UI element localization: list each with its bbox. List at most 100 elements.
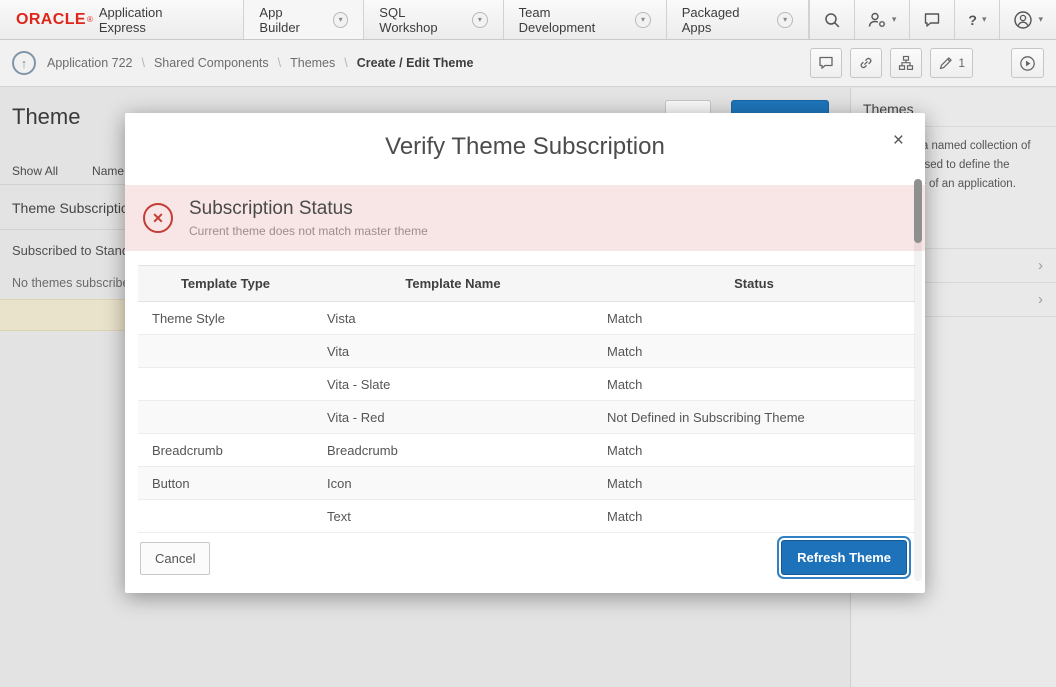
top-nav: ORACLE ® Application Express App Builder… [0,0,1056,40]
close-icon[interactable]: × [893,130,904,152]
shared-components-link-button[interactable] [850,48,882,78]
section-title: Theme Subscriptions [12,200,144,216]
brand-suffix: Application Express [99,5,208,35]
hierarchy-button[interactable] [890,48,922,78]
table-row: VitaMatch [138,335,915,368]
play-icon [1019,55,1036,72]
breadcrumb-item-application-722[interactable]: Application 722 [47,56,132,70]
tab-label: App Builder [259,5,323,35]
chevron-down-icon: ▾ [635,12,650,28]
table-cell: Breadcrumb [313,434,593,467]
comments-button[interactable] [810,48,842,78]
run-application-button[interactable] [1011,48,1044,78]
account-icon [1013,10,1033,30]
chat-bubble-icon [923,11,941,29]
table-cell [138,500,313,533]
tab-label: SQL Workshop [379,5,463,35]
chevron-right-icon: › [1038,291,1043,308]
table-cell: Icon [313,467,593,500]
search-button[interactable] [809,0,854,39]
filter-tab-name[interactable]: Name [92,164,124,178]
search-icon [823,11,841,29]
table-cell: Match [593,500,915,533]
table-cell: Match [593,335,915,368]
table-row: Theme StyleVistaMatch [138,302,915,335]
tab-label: Team Development [519,5,627,35]
table-cell: Match [593,368,915,401]
breadcrumb-separator: \ [344,56,347,70]
administration-button[interactable]: ▾ [854,0,910,39]
chevron-down-icon: ▾ [982,14,987,25]
help-icon: ? [968,12,977,28]
edit-page-button[interactable]: 1 [930,48,973,78]
template-status-table: Template Type Template Name Status Theme… [138,265,915,533]
table-cell: Vita - Red [313,401,593,434]
up-level-button[interactable]: ↑ [12,51,36,75]
oracle-logo: ORACLE [16,11,86,29]
breadcrumb-item-themes[interactable]: Themes [290,56,335,70]
help-button[interactable]: ? ▾ [954,0,999,39]
hierarchy-icon [898,55,914,71]
table-row: Vita - RedNot Defined in Subscribing The… [138,401,915,434]
nav-tab-team-development[interactable]: Team Development ▾ [503,0,666,39]
chevron-down-icon: ▾ [892,14,897,25]
chevron-down-icon: ▾ [1038,14,1043,25]
breadcrumb-separator: \ [141,56,144,70]
refresh-theme-button[interactable]: Refresh Theme [781,540,907,575]
filter-tab-show-all[interactable]: Show All [12,164,58,178]
table-cell: Not Defined in Subscribing Theme [593,401,915,434]
table-cell [138,401,313,434]
table-cell [138,368,313,401]
table-row: BreadcrumbBreadcrumbMatch [138,434,915,467]
page-title: Theme [12,104,80,130]
table-cell: Vita [313,335,593,368]
breadcrumb-item-create-edit-theme: Create / Edit Theme [357,56,474,70]
table-row: Vita - SlateMatch [138,368,915,401]
pencil-icon [938,55,954,71]
table-cell: Match [593,434,915,467]
scrollbar-thumb[interactable] [914,179,922,243]
col-header-template-type: Template Type [138,266,313,302]
table-cell: Breadcrumb [138,434,313,467]
nav-utility: ▾ ? ▾ ▾ [809,0,1056,39]
nav-tab-packaged-apps[interactable]: Packaged Apps▾ [666,0,809,39]
edit-page-number: 1 [958,56,965,70]
breadcrumb: Application 722 \ Shared Components \ Themes… [47,56,473,70]
chevron-down-icon: ▾ [333,12,348,28]
alert-title: Subscription Status [189,198,428,220]
nav-tabs: App Builder▾SQL Workshop▾Team Developmen… [243,0,808,39]
error-circle-icon: ✕ [143,203,173,233]
nav-tab-app-builder[interactable]: App Builder ▾ [243,0,363,39]
table-cell: Vita - Slate [313,368,593,401]
table-cell: Theme Style [138,302,313,335]
col-header-status: Status [593,266,915,302]
chevron-down-icon: ▾ [777,12,792,28]
chevron-right-icon: › [1038,257,1043,274]
arrow-up-icon: ↑ [21,56,28,71]
table-cell: Match [593,302,915,335]
table-cell [138,335,313,368]
comment-icon [818,55,834,71]
table-cell: Match [593,467,915,500]
breadcrumb-bar: ↑ Application 722 \ Shared Components \ Them… [0,40,1056,87]
template-table-body: Theme StyleVistaMatchVitaMatchVita - Sla… [138,302,915,533]
table-cell: Vista [313,302,593,335]
dialog-title: Verify Theme Subscription [125,133,925,161]
registered-mark: ® [87,15,93,24]
cancel-button[interactable]: Cancel [140,542,210,575]
account-button[interactable]: ▾ [999,0,1056,39]
alert-message: Current theme does not match master them… [189,224,428,238]
table-cell: Text [313,500,593,533]
col-header-template-name: Template Name [313,266,593,302]
breadcrumb-item-shared-components[interactable]: Shared Components [154,56,269,70]
verify-theme-subscription-dialog: Verify Theme Subscription × ✕ Subscripti… [125,113,925,593]
feedback-button[interactable] [909,0,954,39]
chevron-down-icon: ▾ [472,12,487,28]
table-cell: Button [138,467,313,500]
table-row: ButtonIconMatch [138,467,915,500]
alert-text: Subscription Status Current theme does n… [189,198,428,238]
table-row: TextMatch [138,500,915,533]
nav-tab-sql-workshop[interactable]: SQL Workshop ▾ [363,0,502,39]
breadcrumb-separator: \ [278,56,281,70]
admin-user-gear-icon [868,11,887,29]
